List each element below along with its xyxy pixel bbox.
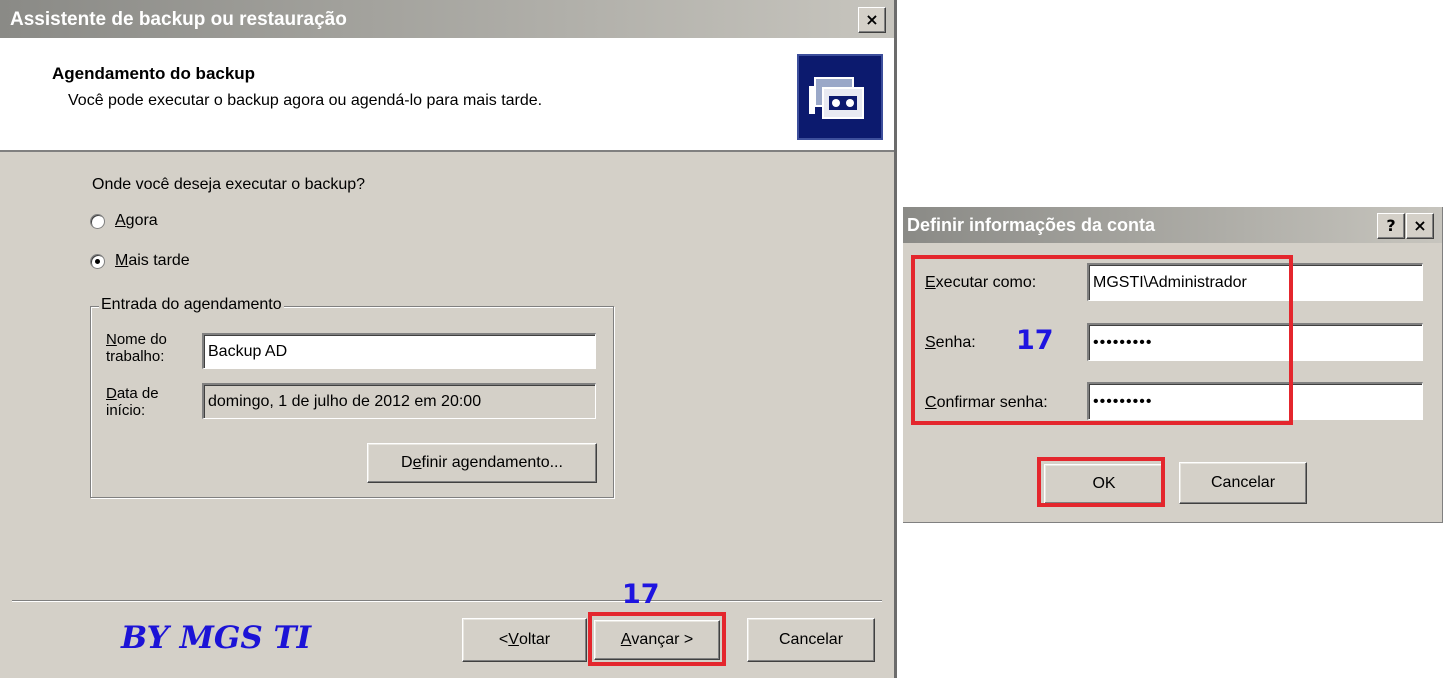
dialog-cancel-button[interactable]: Cancelar: [1179, 462, 1307, 504]
dialog-title: Definir informações da conta: [907, 215, 1156, 235]
start-date-label: Data de início:: [106, 385, 159, 419]
help-icon: ?: [1386, 216, 1396, 235]
watermark-brand: BY MGS TI: [121, 620, 312, 656]
job-name-input[interactable]: Backup AD: [202, 333, 596, 369]
schedule-entry-legend: Entrada do agendamento: [99, 296, 284, 314]
backup-tape-icon: [797, 54, 883, 140]
ok-button-highlight: [1037, 457, 1165, 507]
account-info-dialog: Definir informações da conta ? × Executa…: [903, 207, 1443, 523]
wizard-close-button[interactable]: ×: [858, 7, 886, 33]
wizard-title: Assistente de backup ou restauração: [10, 9, 347, 30]
step-annotation: 17: [622, 579, 660, 610]
radio-now-indicator[interactable]: [90, 213, 105, 229]
radio-later-label: Mais tarde: [115, 252, 190, 269]
wizard-header: Agendamento do backup Você pode executar…: [0, 38, 894, 152]
wizard-titlebar[interactable]: Assistente de backup ou restauração ×: [0, 0, 894, 38]
close-icon: ×: [865, 10, 879, 29]
next-button-highlight: [588, 612, 726, 666]
wizard-cancel-button[interactable]: Cancelar: [747, 618, 875, 662]
dialog-titlebar[interactable]: Definir informações da conta ? ×: [903, 207, 1442, 243]
schedule-question: Onde você deseja executar o backup?: [92, 176, 366, 193]
dialog-help-button[interactable]: ?: [1377, 213, 1405, 239]
job-name-label: Nome do trabalho:: [106, 331, 167, 365]
radio-now-label: Agora: [115, 212, 158, 229]
credentials-highlight: [911, 255, 1293, 425]
schedule-entry-group: Entrada do agendamento Nome do trabalho:…: [90, 296, 614, 498]
start-date-field: domingo, 1 de julho de 2012 em 20:00: [202, 383, 596, 419]
back-button[interactable]: < Voltar: [462, 618, 587, 662]
close-icon: ×: [1413, 216, 1427, 235]
page-subtitle: Você pode executar o backup agora ou age…: [68, 92, 543, 109]
dialog-close-button[interactable]: ×: [1406, 213, 1434, 239]
page-title: Agendamento do backup: [52, 64, 256, 83]
radio-later-indicator[interactable]: [90, 253, 105, 269]
define-schedule-button[interactable]: De finir agendamento...: [367, 443, 597, 483]
footer-divider: [12, 600, 882, 602]
backup-wizard-window: Assistente de backup ou restauração × Ag…: [0, 0, 897, 678]
radio-now[interactable]: Agora: [90, 212, 158, 230]
radio-later[interactable]: Mais tarde: [90, 252, 190, 270]
